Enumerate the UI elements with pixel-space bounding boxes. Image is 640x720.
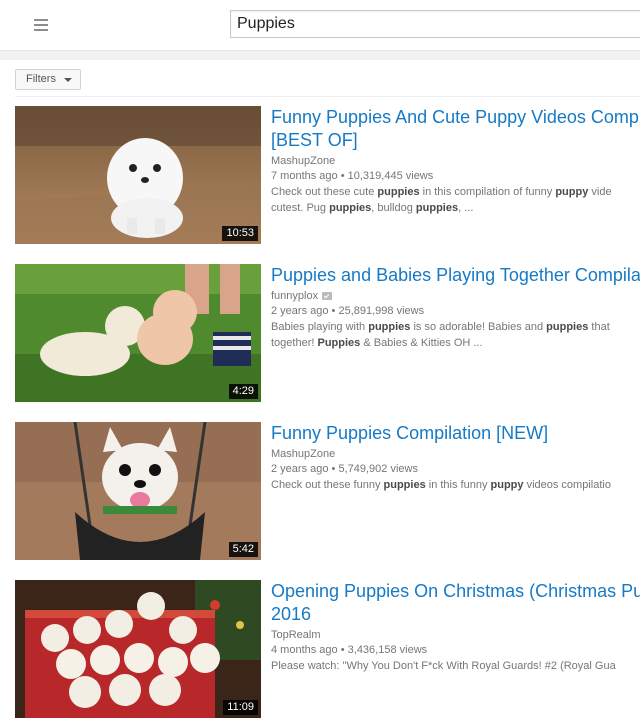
video-description-line: Babies playing with puppies is so adorab…: [271, 320, 640, 335]
desc-highlight: puppy: [490, 479, 524, 491]
hamburger-menu-icon[interactable]: [32, 17, 50, 33]
duration-badge: 5:42: [228, 542, 258, 557]
video-meta: 2 years ago • 25,891,998 views: [271, 303, 640, 319]
video-result: 4:29 Puppies and Babies Playing Together…: [15, 264, 640, 404]
video-meta: 4 months ago • 3,436,158 views: [271, 642, 640, 658]
duration-badge: 11:09: [223, 700, 258, 715]
desc-text: is so adorable! Babies and: [410, 321, 547, 333]
video-meta: 2 years ago • 5,749,902 views: [271, 461, 640, 477]
filters-label: Filters: [26, 73, 56, 85]
desc-text: Check out these funny: [271, 479, 384, 491]
masthead: [0, 0, 640, 51]
desc-text: vide: [588, 186, 612, 198]
meta-separator: •: [340, 170, 345, 182]
channel-label: funnyplox: [271, 290, 319, 302]
caret-down-icon: [64, 78, 72, 82]
meta-separator: •: [340, 644, 345, 656]
desc-text: , bulldog: [371, 202, 416, 214]
video-description-line: cutest. Pug puppies, bulldog puppies, ..…: [271, 201, 640, 216]
filters-divider: [15, 96, 640, 97]
video-info: Opening Puppies On Christmas (Christmas …: [271, 580, 640, 674]
desc-text: Please watch: "Why You Don't F*ck With R…: [271, 660, 616, 672]
video-thumbnail[interactable]: 10:53: [15, 106, 261, 244]
upload-age: 7 months ago: [271, 170, 338, 182]
duration-badge: 10:53: [222, 226, 258, 241]
video-title-continued[interactable]: [BEST OF]: [271, 129, 640, 152]
video-title[interactable]: Funny Puppies Compilation [NEW]: [271, 422, 640, 445]
desc-text: Check out these cute: [271, 186, 378, 198]
desc-highlight: puppy: [555, 186, 589, 198]
video-description-line: together! Puppies & Babies & Kitties OH …: [271, 336, 640, 351]
video-info: Funny Puppies And Cute Puppy Videos Comp…: [271, 106, 640, 216]
desc-highlight: Puppies: [317, 337, 361, 349]
video-title[interactable]: Puppies and Babies Playing Together Comp…: [271, 264, 640, 287]
desc-text: together!: [271, 337, 318, 349]
channel-name[interactable]: TopRealm: [271, 628, 640, 642]
view-count: 10,319,445 views: [347, 170, 434, 182]
upload-age: 2 years ago: [271, 463, 329, 475]
desc-text: , ...: [458, 202, 474, 214]
video-title[interactable]: Opening Puppies On Christmas (Christmas …: [271, 580, 640, 603]
video-meta: 7 months ago • 10,319,445 views: [271, 168, 640, 184]
video-info: Funny Puppies Compilation [NEW] MashupZo…: [271, 422, 640, 493]
desc-text: that: [588, 321, 610, 333]
video-description-line: Please watch: "Why You Don't F*ck With R…: [271, 659, 640, 674]
desc-highlight: puppies: [329, 202, 372, 214]
video-thumbnail[interactable]: 11:09: [15, 580, 261, 718]
filters-button[interactable]: Filters: [15, 69, 81, 90]
desc-text: videos compilatio: [523, 479, 611, 491]
desc-highlight: puppies: [415, 202, 459, 214]
desc-highlight: puppies: [368, 321, 411, 333]
channel-name[interactable]: funnyplox: [271, 289, 640, 303]
desc-text: & Babies & Kitties OH ...: [360, 337, 483, 349]
search-input[interactable]: [230, 10, 640, 38]
header-separator: [0, 51, 640, 60]
video-title-continued[interactable]: 2016: [271, 603, 640, 626]
channel-name[interactable]: MashupZone: [271, 154, 640, 168]
video-description-line: Check out these funny puppies in this fu…: [271, 478, 640, 493]
video-info: Puppies and Babies Playing Together Comp…: [271, 264, 640, 351]
desc-text: in this compilation of funny: [419, 186, 556, 198]
verified-check-icon: [322, 292, 333, 301]
duration-badge: 4:29: [228, 384, 258, 399]
upload-age: 4 months ago: [271, 644, 338, 656]
desc-highlight: puppies: [377, 186, 420, 198]
desc-highlight: puppies: [383, 479, 426, 491]
view-count: 5,749,902 views: [338, 463, 418, 475]
video-result: 10:53 Funny Puppies And Cute Puppy Video…: [15, 106, 640, 246]
meta-separator: •: [331, 463, 336, 475]
video-thumbnail[interactable]: 4:29: [15, 264, 261, 402]
video-thumbnail[interactable]: 5:42: [15, 422, 261, 560]
desc-text: cutest. Pug: [271, 202, 330, 214]
meta-separator: •: [331, 305, 336, 317]
desc-highlight: puppies: [546, 321, 589, 333]
upload-age: 2 years ago: [271, 305, 329, 317]
view-count: 25,891,998 views: [338, 305, 425, 317]
desc-text: in this funny: [425, 479, 491, 491]
video-title[interactable]: Funny Puppies And Cute Puppy Videos Comp…: [271, 106, 640, 129]
channel-name[interactable]: MashupZone: [271, 447, 640, 461]
video-result: 5:42 Funny Puppies Compilation [NEW] Mas…: [15, 422, 640, 562]
video-result: 11:09 Opening Puppies On Christmas (Chri…: [15, 580, 640, 720]
desc-text: Babies playing with: [271, 321, 369, 333]
view-count: 3,436,158 views: [347, 644, 428, 656]
video-description-line: Check out these cute puppies in this com…: [271, 185, 640, 200]
